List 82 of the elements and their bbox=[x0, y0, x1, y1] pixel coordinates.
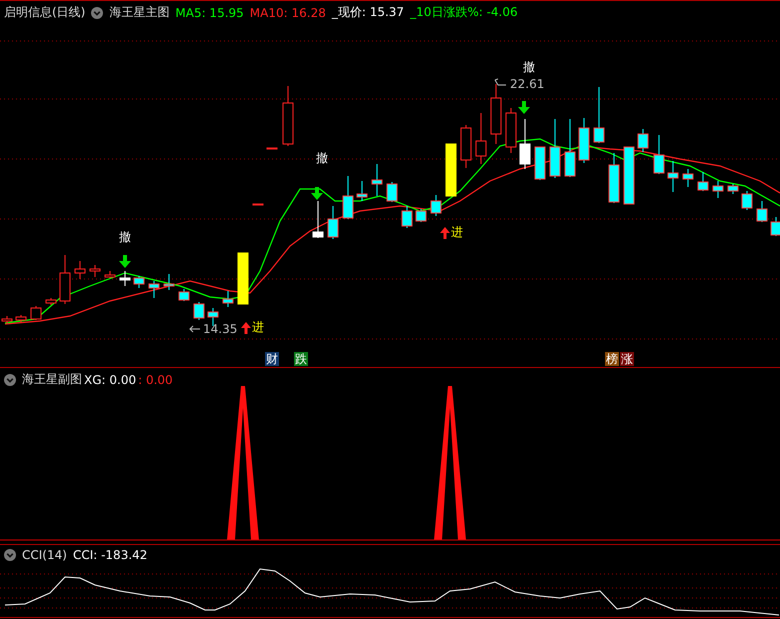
candlestick bbox=[90, 264, 100, 278]
candlestick bbox=[728, 184, 738, 194]
candlestick bbox=[60, 254, 70, 304]
candlestick bbox=[356, 180, 368, 202]
down-arrow-icon bbox=[518, 101, 530, 114]
candlestick bbox=[402, 206, 412, 228]
candlestick bbox=[460, 124, 472, 168]
candlestick bbox=[430, 194, 442, 216]
stock-title: 启明信息(日线) bbox=[4, 4, 86, 21]
candlestick bbox=[194, 302, 204, 320]
candlestick bbox=[416, 208, 426, 222]
candlestick bbox=[120, 270, 130, 286]
up-arrow-icon bbox=[440, 227, 450, 239]
candlestick bbox=[564, 118, 576, 178]
candlestick bbox=[312, 200, 324, 238]
candlestick bbox=[282, 86, 294, 146]
candlestick bbox=[668, 160, 678, 192]
candlestick bbox=[770, 216, 780, 236]
indicator-reading: XG: 0.00 bbox=[84, 372, 136, 386]
candlestick bbox=[238, 252, 248, 304]
candlestick bbox=[342, 176, 354, 220]
candlestick bbox=[74, 260, 86, 280]
candlestick bbox=[654, 134, 664, 174]
candlestick bbox=[446, 144, 456, 196]
candlestick bbox=[148, 280, 160, 298]
candlestick bbox=[682, 168, 694, 188]
candlestick bbox=[30, 306, 42, 320]
candlestick bbox=[178, 288, 190, 302]
candlestick bbox=[534, 146, 546, 180]
up-arrow-icon bbox=[241, 322, 251, 334]
signal-marker: 撤 bbox=[316, 151, 328, 165]
indicator-reading: _现价: 15.37 bbox=[332, 4, 404, 21]
candlestick bbox=[372, 164, 382, 196]
chevron-down-icon[interactable] bbox=[4, 374, 16, 386]
candlestick bbox=[386, 182, 398, 202]
event-badge[interactable]: 跌 bbox=[294, 352, 308, 366]
candlestick bbox=[164, 274, 174, 290]
candlestick bbox=[638, 128, 648, 152]
indicator-reading: _10日涨跌%: -4.06 bbox=[410, 4, 518, 21]
signal-marker: 进 bbox=[451, 225, 463, 239]
indicator-name: CCI(14) bbox=[22, 548, 67, 562]
candlestick bbox=[490, 84, 502, 144]
price-label: 14.35 bbox=[203, 322, 238, 336]
leader-line bbox=[189, 326, 200, 332]
indicator-reading: CCI: -183.42 bbox=[72, 548, 148, 562]
signal-marker: 撤 bbox=[119, 230, 131, 244]
candlestick bbox=[506, 108, 516, 154]
down-arrow-icon bbox=[119, 255, 131, 268]
event-badge[interactable]: 榜 bbox=[605, 352, 619, 366]
candlestick bbox=[104, 270, 116, 278]
candlestick bbox=[476, 112, 486, 164]
price-label: 22.61 bbox=[510, 77, 544, 91]
event-badge[interactable]: 财 bbox=[265, 352, 279, 366]
candlestick bbox=[222, 290, 234, 308]
candlestick bbox=[594, 86, 604, 144]
indicator-reading: : 0.00 bbox=[138, 372, 173, 386]
candlestick bbox=[134, 276, 144, 288]
signal-marker: 撤 bbox=[523, 60, 535, 74]
candlestick bbox=[520, 118, 530, 170]
chevron-down-icon[interactable] bbox=[4, 549, 16, 561]
candlestick bbox=[698, 172, 708, 192]
candlestick bbox=[252, 204, 264, 206]
down-arrow-icon bbox=[311, 187, 323, 200]
chevron-down-icon[interactable] bbox=[91, 6, 104, 18]
candlestick bbox=[608, 152, 620, 204]
signal-marker: 进 bbox=[252, 320, 264, 334]
leader-line bbox=[494, 78, 506, 86]
indicator-name: 海王星主图 bbox=[109, 4, 170, 21]
candlestick bbox=[624, 146, 634, 204]
event-badge[interactable]: 涨 bbox=[620, 352, 634, 366]
candlestick bbox=[550, 118, 560, 178]
candlestick bbox=[46, 298, 56, 306]
candlestick bbox=[742, 190, 752, 210]
candlestick bbox=[756, 200, 768, 222]
candlestick bbox=[712, 180, 724, 198]
indicator-reading: MA5: 15.95 bbox=[175, 6, 244, 20]
candlestick bbox=[266, 148, 278, 150]
candlestick bbox=[578, 118, 590, 164]
candlestick bbox=[16, 314, 26, 322]
candlestick bbox=[328, 206, 338, 240]
indicator-reading: MA10: 16.28 bbox=[250, 6, 326, 20]
indicator-name: 海王星副图 bbox=[22, 371, 82, 388]
